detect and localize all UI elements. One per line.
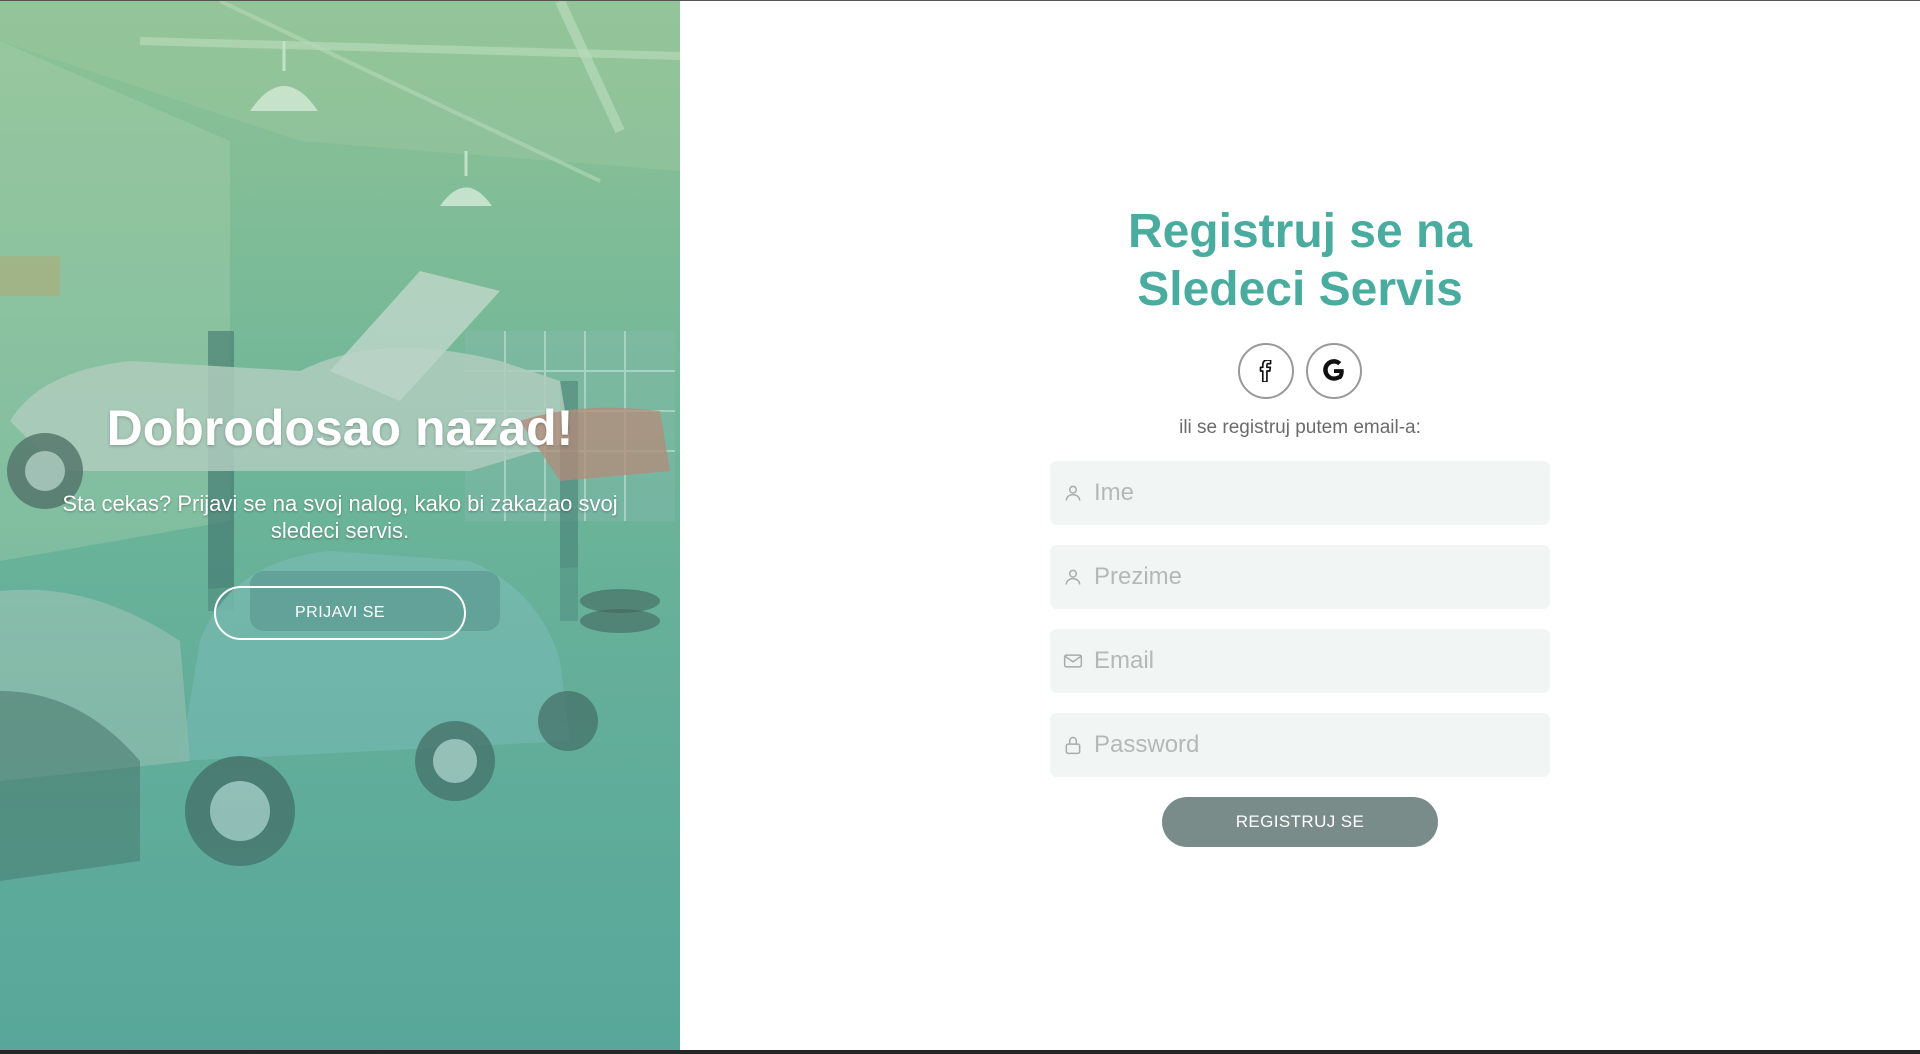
first-name-field[interactable] — [1050, 461, 1550, 525]
social-login-row — [1050, 343, 1550, 399]
register-panel: Registruj se na Sledeci Servis ili se re… — [680, 1, 1920, 1050]
welcome-title: Dobrodosao nazad! — [106, 400, 574, 456]
last-name-input[interactable] — [1092, 562, 1536, 592]
register-button[interactable]: REGISTRUJ SE — [1162, 797, 1438, 847]
bottom-border — [0, 1050, 1920, 1054]
email-register-hint: ili se registruj putem email-a: — [1179, 417, 1421, 438]
first-name-input[interactable] — [1092, 478, 1536, 508]
facebook-button[interactable] — [1238, 343, 1294, 399]
email-field[interactable] — [1050, 629, 1550, 693]
facebook-icon — [1259, 360, 1272, 382]
app-container: Dobrodosao nazad! Sta cekas? Prijavi se … — [0, 1, 1920, 1050]
register-title-line2: Sledeci Servis — [1137, 263, 1463, 316]
welcome-text: Sta cekas? Prijavi se na svoj nalog, kak… — [62, 491, 618, 543]
register-title: Registruj se na Sledeci Servis — [1050, 203, 1550, 319]
register-title-line1: Registruj se na — [1127, 205, 1473, 258]
register-form: Registruj se na Sledeci Servis ili se re… — [1050, 203, 1550, 847]
google-icon — [1323, 359, 1344, 381]
password-field[interactable] — [1050, 713, 1550, 777]
user-icon — [1062, 566, 1084, 588]
welcome-panel: Dobrodosao nazad! Sta cekas? Prijavi se … — [0, 1, 680, 1050]
mail-icon — [1062, 650, 1084, 672]
lock-icon — [1062, 734, 1084, 756]
google-button[interactable] — [1306, 343, 1362, 399]
login-button[interactable]: PRIJAVI SE — [214, 586, 466, 640]
last-name-field[interactable] — [1050, 545, 1550, 609]
welcome-content: Dobrodosao nazad! Sta cekas? Prijavi se … — [0, 396, 680, 640]
user-icon — [1062, 482, 1084, 504]
email-input[interactable] — [1092, 646, 1536, 676]
password-input[interactable] — [1092, 730, 1536, 760]
